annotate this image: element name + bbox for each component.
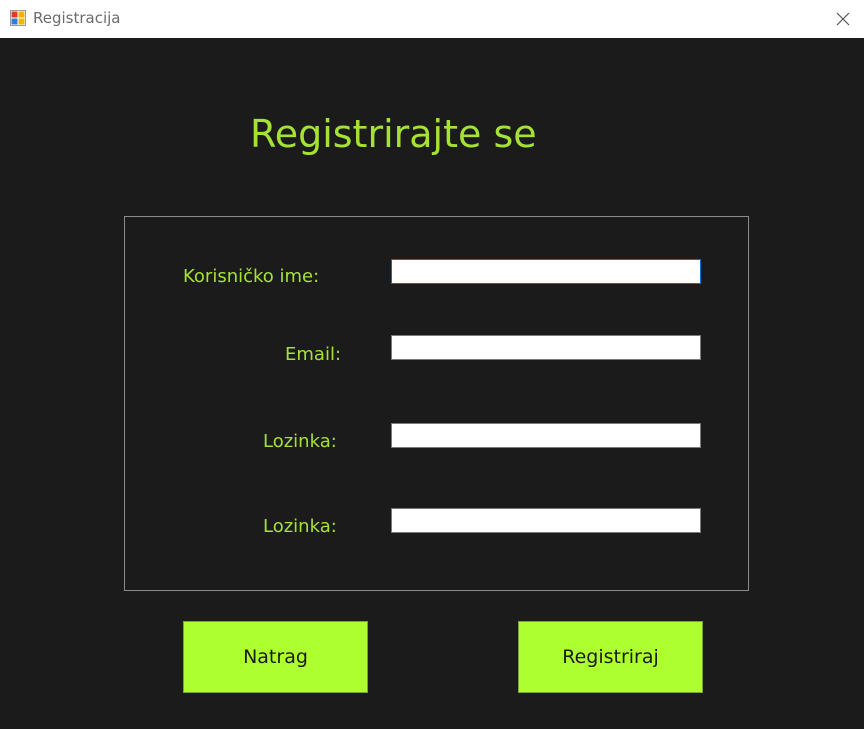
email-label: Email: (285, 344, 342, 365)
username-input[interactable] (391, 259, 701, 284)
fields-groupbox: Korisničko ime: Email: Lozinka: Lozinka: (124, 216, 749, 591)
password-input[interactable] (391, 423, 701, 448)
close-icon[interactable] (828, 4, 858, 34)
window-title: Registracija (33, 9, 121, 27)
email-input[interactable] (391, 335, 701, 360)
registration-window: Registracija Registrirajte se Korisničko… (0, 0, 864, 729)
username-label: Korisničko ime: (183, 266, 320, 287)
page-title: Registrirajte se (250, 112, 537, 156)
back-button[interactable]: Natrag (183, 621, 368, 693)
form-area: Registrirajte se Korisničko ime: Email: … (0, 38, 864, 729)
title-bar: Registracija (0, 0, 864, 38)
confirm-password-label: Lozinka: (263, 516, 337, 537)
register-button[interactable]: Registriraj (518, 621, 703, 693)
app-icon (10, 10, 26, 26)
confirm-password-input[interactable] (391, 508, 701, 533)
password-label: Lozinka: (263, 431, 337, 452)
